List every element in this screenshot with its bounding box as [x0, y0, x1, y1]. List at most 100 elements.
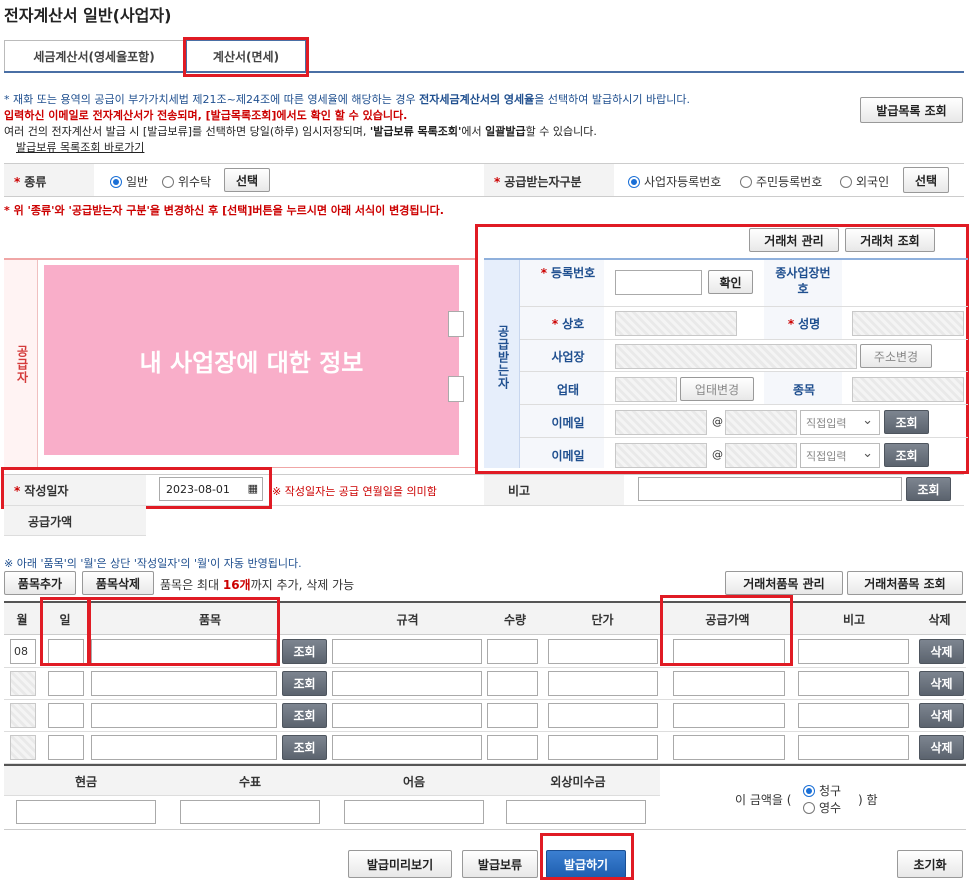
- receiver-option-business[interactable]: 사업자등록번호: [628, 173, 721, 190]
- receiver-option-foreigner[interactable]: 외국인: [840, 173, 889, 190]
- business-change-button[interactable]: 업태변경: [680, 377, 754, 401]
- supplier-field-edge[interactable]: [448, 311, 464, 337]
- payment-note-input[interactable]: [344, 800, 484, 824]
- client-manage-button[interactable]: 거래처 관리: [749, 228, 839, 252]
- company-input[interactable]: [615, 311, 737, 336]
- kind-option-general[interactable]: 일반: [110, 173, 148, 190]
- payment-check-input[interactable]: [180, 800, 320, 824]
- item-supply-amount-input[interactable]: [673, 671, 785, 696]
- item-name-input[interactable]: [91, 735, 277, 760]
- item-add-button[interactable]: 품목추가: [4, 571, 76, 595]
- item-unit-price-input[interactable]: [548, 735, 658, 760]
- item-day-input[interactable]: [48, 639, 84, 664]
- reg-no-confirm-button[interactable]: 확인: [708, 270, 753, 294]
- client-search-button[interactable]: 거래처 조회: [845, 228, 935, 252]
- item-qty-input[interactable]: [487, 703, 538, 728]
- item-spec-input[interactable]: [332, 671, 482, 696]
- item-spec-input[interactable]: [332, 639, 482, 664]
- item-qty-input[interactable]: [487, 735, 538, 760]
- item-supply-amount-input[interactable]: [673, 639, 785, 664]
- remark-lookup-button[interactable]: 조회: [906, 477, 951, 501]
- item-day-input[interactable]: [48, 671, 84, 696]
- amount-option-claim[interactable]: 청구: [803, 782, 841, 799]
- col-supply-amount: 공급가액: [705, 612, 750, 627]
- item-day-input[interactable]: [48, 703, 84, 728]
- email1-label: 이메일: [551, 416, 585, 430]
- item-qty-input[interactable]: [487, 639, 538, 664]
- item-delete-button[interactable]: 품목삭제: [82, 571, 154, 595]
- email2-domain-select[interactable]: 직접입력: [800, 443, 880, 468]
- limit-text: 까지 추가, 삭제 가능: [250, 578, 355, 592]
- item-delete-row-button[interactable]: 삭제: [919, 671, 964, 696]
- item-type-input[interactable]: [852, 377, 964, 402]
- date-value: 2023-08-01: [166, 483, 230, 496]
- email1-domain-input[interactable]: [725, 410, 797, 435]
- item-month-input[interactable]: [10, 735, 36, 760]
- email1-domain-select[interactable]: 직접입력: [800, 410, 880, 435]
- item-day-input[interactable]: [48, 735, 84, 760]
- receiver-select-button[interactable]: 선택: [903, 167, 949, 193]
- kind-option-consign[interactable]: 위수탁: [162, 173, 211, 190]
- email1-local-input[interactable]: [615, 410, 707, 435]
- col-qty: 수량: [503, 612, 527, 627]
- business-input[interactable]: [615, 377, 677, 402]
- email2-lookup-button[interactable]: 조회: [884, 443, 929, 467]
- item-remark-input[interactable]: [798, 735, 909, 760]
- amount-option-receipt[interactable]: 영수: [803, 799, 841, 816]
- item-spec-input[interactable]: [332, 735, 482, 760]
- issue-list-button[interactable]: 발급목록 조회: [860, 97, 963, 123]
- item-remark-input[interactable]: [798, 703, 909, 728]
- reset-button[interactable]: 초기화: [897, 850, 963, 878]
- label-text: 공급받는자구분: [504, 175, 582, 189]
- address-change-button[interactable]: 주소변경: [860, 344, 932, 368]
- item-supply-amount-input[interactable]: [673, 735, 785, 760]
- email1-lookup-button[interactable]: 조회: [884, 410, 929, 434]
- item-lookup-button[interactable]: 조회: [282, 735, 327, 760]
- address-input[interactable]: [615, 344, 857, 369]
- email2-local-input[interactable]: [615, 443, 707, 468]
- item-month-input[interactable]: 08: [10, 639, 36, 664]
- hold-button[interactable]: 발급보류: [462, 850, 538, 878]
- item-unit-price-input[interactable]: [548, 703, 658, 728]
- supplier-field-edge[interactable]: [448, 376, 464, 402]
- payment-cash-input[interactable]: [16, 800, 156, 824]
- remark-input[interactable]: [638, 477, 902, 501]
- receiver-option-resident[interactable]: 주민등록번호: [740, 173, 822, 190]
- item-name-input[interactable]: [91, 703, 277, 728]
- email2-domain-input[interactable]: [725, 443, 797, 468]
- notice-bold: '발급보류 목록조회': [369, 125, 462, 138]
- client-item-search-button[interactable]: 거래처품목 조회: [847, 571, 963, 595]
- calendar-icon[interactable]: ▦: [248, 482, 258, 495]
- label-text: 상호: [562, 317, 585, 331]
- item-lookup-button[interactable]: 조회: [282, 703, 327, 728]
- item-name-input[interactable]: [91, 671, 277, 696]
- item-delete-row-button[interactable]: 삭제: [919, 703, 964, 728]
- item-remark-input[interactable]: [798, 639, 909, 664]
- item-lookup-button[interactable]: 조회: [282, 671, 327, 696]
- item-spec-input[interactable]: [332, 703, 482, 728]
- tab-tax-invoice[interactable]: 세금계산서(영세율포함): [4, 40, 184, 72]
- tab-label: 세금계산서(영세율포함): [33, 50, 155, 64]
- item-unit-price-input[interactable]: [548, 671, 658, 696]
- client-item-manage-button[interactable]: 거래처품목 관리: [725, 571, 843, 595]
- preview-button[interactable]: 발급미리보기: [348, 850, 452, 878]
- kind-select-button[interactable]: 선택: [224, 168, 270, 192]
- item-unit-price-input[interactable]: [548, 639, 658, 664]
- item-delete-row-button[interactable]: 삭제: [919, 735, 964, 760]
- item-qty-input[interactable]: [487, 671, 538, 696]
- name-input[interactable]: [852, 311, 964, 336]
- item-remark-input[interactable]: [798, 671, 909, 696]
- item-month-input[interactable]: [10, 703, 36, 728]
- issue-button[interactable]: 발급하기: [546, 850, 626, 878]
- item-lookup-button[interactable]: 조회: [282, 639, 327, 664]
- item-month-input[interactable]: [10, 671, 36, 696]
- date-input[interactable]: 2023-08-01 ▦: [159, 477, 263, 501]
- item-supply-amount-input[interactable]: [673, 703, 785, 728]
- item-delete-row-button[interactable]: 삭제: [919, 639, 964, 664]
- col-unit-price: 단가: [591, 612, 614, 627]
- hold-list-link[interactable]: 발급보류 목록조회 바로가기: [16, 140, 144, 155]
- reg-no-input[interactable]: [615, 270, 702, 295]
- payment-credit-input[interactable]: [506, 800, 646, 824]
- item-name-input[interactable]: [91, 639, 277, 664]
- tab-invoice-exempt[interactable]: 계산서(면세): [186, 40, 306, 72]
